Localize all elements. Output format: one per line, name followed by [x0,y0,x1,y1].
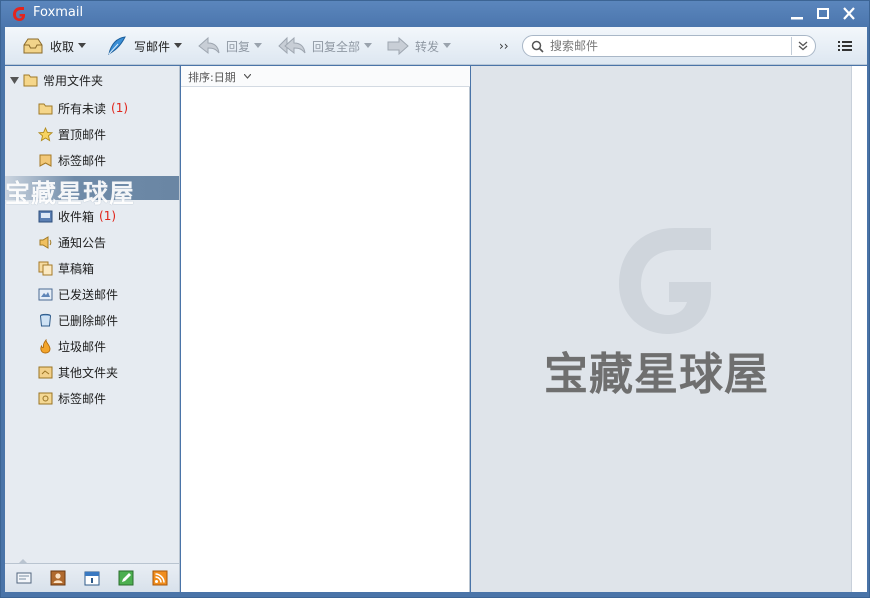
reply-all-button[interactable]: 回复全部 [277,33,373,59]
label-icon [38,392,53,404]
forward-button[interactable]: 转发 [386,33,452,59]
rss-button[interactable] [152,570,168,586]
folder-icon [38,103,53,114]
feather-pen-icon [108,36,126,56]
sidebar-item-all-unread[interactable]: 所有未读 (1) [38,99,128,117]
double-chevron-down-icon [798,41,808,51]
calendar-icon [84,571,100,586]
receive-button[interactable]: 收取 [21,33,87,59]
minimize-button[interactable] [787,4,807,24]
folder-icon [23,74,38,87]
other-folder-icon [38,366,53,378]
sidebar-item-label-mail[interactable]: 标签邮件 [38,389,106,407]
draft-icon [38,261,53,275]
reply-all-arrow-icon [278,36,306,55]
speaker-icon [39,235,52,249]
foxmail-window: Foxmail 收取 写邮件 回复 回复全部 转发 ›› 搜索邮件 常用文件夹 … [0,0,870,598]
window-title: Foxmail [33,5,84,20]
chevron-down-icon[interactable] [443,43,452,49]
reply-arrow-icon [198,36,220,55]
sidebar-item-deleted[interactable]: 已删除邮件 [38,311,118,329]
forward-arrow-icon [387,36,409,56]
foxmail-logo-icon [13,7,25,21]
account-row-selected[interactable]: 宝藏星球屋 [5,176,179,208]
contacts-icon [50,570,66,586]
unread-count: (1) [99,209,117,223]
close-button[interactable] [839,4,859,24]
chevron-down-icon[interactable] [174,43,183,49]
reply-button[interactable]: 回复 [197,33,263,59]
spam-icon [40,338,51,353]
sidebar-item-sent[interactable]: 已发送邮件 [38,285,118,303]
main-toolbar: 收取 写邮件 回复 回复全部 转发 ›› 搜索邮件 [5,27,867,65]
sidebar-item-announcements[interactable]: 通知公告 [38,233,106,251]
tag-icon [39,154,52,167]
sort-label[interactable]: 排序:日期 [188,69,236,85]
mail-icon [16,572,32,584]
notes-button[interactable] [118,570,134,586]
common-folders-root[interactable]: 常用文件夹 [10,72,103,88]
sent-icon [38,288,53,300]
star-icon [38,126,53,141]
mail-view-button[interactable] [16,570,32,586]
notes-icon [118,570,134,586]
sidebar-item-tagged[interactable]: 标签邮件 [38,151,106,169]
active-tab-notch [18,559,28,564]
sidebar-item-pinned[interactable]: 置顶邮件 [38,125,106,143]
sidebar-item-drafts[interactable]: 草稿箱 [38,259,94,277]
title-bar: Foxmail [1,1,869,27]
rss-icon [152,570,168,586]
chevron-down-icon[interactable] [78,43,87,49]
maximize-button[interactable] [813,4,833,24]
search-input[interactable] [550,38,784,54]
sidebar-item-spam[interactable]: 垃圾邮件 [38,337,106,355]
compose-button[interactable]: 写邮件 [105,33,183,59]
expand-triangle-icon[interactable] [10,76,19,85]
mail-list-pane: 排序:日期 [181,66,470,592]
sidebar-item-other-folders[interactable]: 其他文件夹 [38,363,118,381]
sidebar-item-inbox[interactable]: 收件箱 (1) [38,207,116,225]
sidebar-bottom-bar [5,559,179,592]
preview-watermark: 宝藏星球屋 [544,349,769,400]
inbox-tray-icon [23,38,43,54]
list-view-icon[interactable] [837,38,853,54]
sort-bar[interactable]: 排序:日期 [181,66,470,87]
unread-count: (1) [111,101,129,115]
search-icon [531,40,544,53]
foxmail-watermark-logo-icon [619,228,711,334]
account-name: 宝藏星球屋 [5,179,136,208]
search-box [522,35,816,57]
preview-pane: 宝藏星球屋 [471,66,851,592]
trash-icon [40,313,51,326]
calendar-button[interactable] [84,570,100,586]
right-edge-strip [851,66,867,592]
search-options-button[interactable] [791,37,813,55]
inbox-icon [38,210,53,222]
contacts-button[interactable] [50,570,66,586]
folder-sidebar: 常用文件夹 所有未读 (1) 置顶邮件 标签邮件 宝藏星球屋 收件箱 (1) 通… [5,66,180,592]
more-toolbar-button[interactable]: ›› [499,39,509,53]
chevron-down-icon[interactable] [254,43,263,49]
chevron-down-icon[interactable] [364,43,373,49]
chevron-down-icon[interactable] [244,74,251,79]
